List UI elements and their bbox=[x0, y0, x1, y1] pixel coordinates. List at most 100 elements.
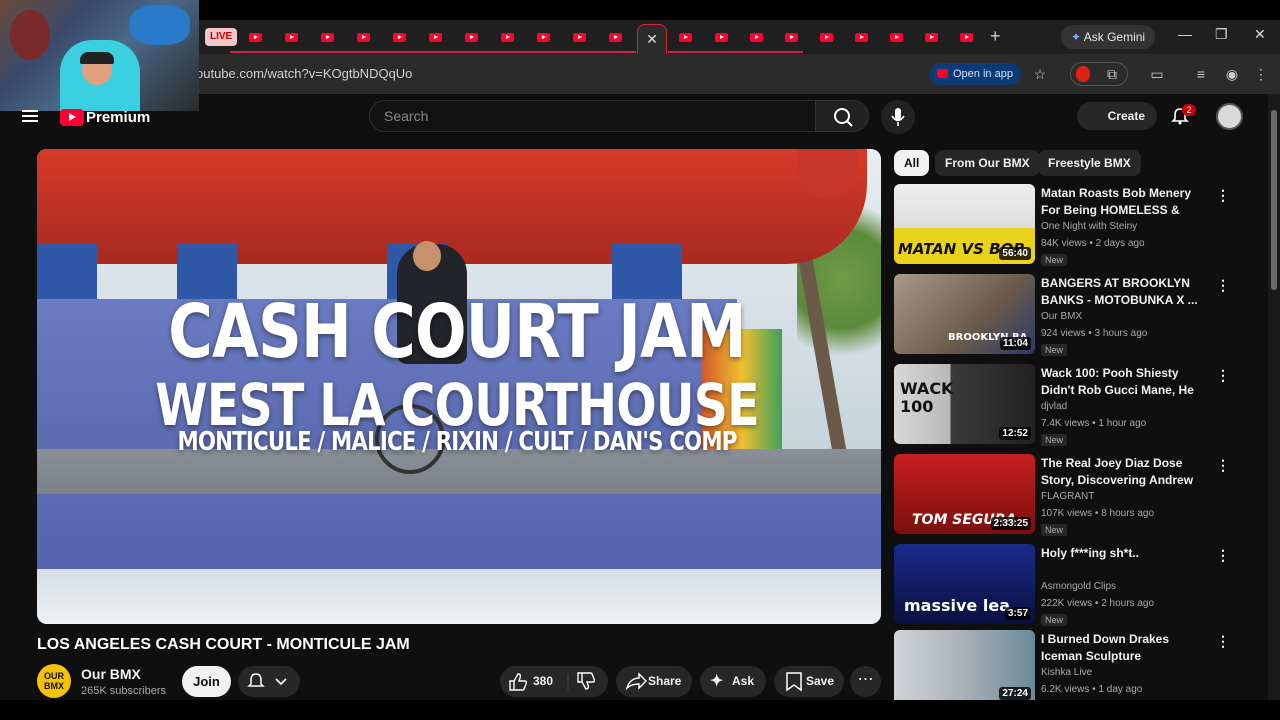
hamburger-menu-icon[interactable] bbox=[22, 110, 38, 122]
more-options-icon[interactable]: ⋮ bbox=[1216, 367, 1230, 384]
recommendation-channel[interactable]: Asmongold Clips bbox=[1041, 581, 1116, 592]
video-title: LOS ANGELES CASH COURT - MONTICULE JAM bbox=[37, 636, 410, 653]
bottom-black-bar bbox=[0, 700, 1280, 720]
recommendation-channel[interactable]: One Night with Steiny bbox=[1041, 221, 1137, 232]
browser-tab[interactable] bbox=[605, 27, 625, 47]
save-button[interactable]: Save bbox=[774, 666, 844, 697]
recommendation-title[interactable]: I Burned Down Drakes Iceman Sculpture bbox=[1041, 631, 1209, 665]
more-options-icon[interactable]: ⋮ bbox=[1216, 277, 1230, 294]
youtube-favicon-icon bbox=[464, 32, 478, 42]
subscription-bell-button[interactable] bbox=[238, 666, 300, 697]
video-thumbnail[interactable]: massive lea 3:57 bbox=[894, 544, 1035, 624]
thumbs-icons bbox=[509, 672, 596, 691]
more-options-icon[interactable]: ⋮ bbox=[1216, 187, 1230, 204]
browser-tab[interactable] bbox=[675, 27, 695, 47]
profile-icon[interactable]: ◉ bbox=[1223, 65, 1241, 83]
search-input[interactable]: Search bbox=[369, 100, 816, 132]
more-actions-button[interactable]: ⋯ bbox=[850, 666, 881, 697]
recommendation-item[interactable]: BROOKLYN BA 11:04 BANGERS AT BROOKLYN BA… bbox=[894, 274, 1244, 356]
browser-menu-icon[interactable]: ⋮ bbox=[1252, 65, 1270, 83]
youtube-favicon-icon bbox=[248, 32, 262, 42]
more-options-icon[interactable]: ⋮ bbox=[1216, 547, 1230, 564]
bell-chevron-icon bbox=[247, 673, 287, 687]
ask-gemini-button[interactable]: ✦ Ask Gemini bbox=[1061, 25, 1156, 49]
browser-tab[interactable] bbox=[781, 27, 801, 47]
tab-group-line bbox=[230, 51, 636, 53]
page-scrollbar-thumb[interactable] bbox=[1271, 110, 1277, 290]
browser-tab[interactable] bbox=[461, 27, 481, 47]
browser-tab[interactable] bbox=[886, 27, 906, 47]
recommendation-item[interactable]: WACK 100 12:52 Wack 100: Pooh Shiesty Di… bbox=[894, 364, 1244, 446]
recommendation-channel[interactable]: djvlad bbox=[1041, 401, 1067, 412]
share-button[interactable]: Share bbox=[616, 666, 692, 697]
recommendation-item[interactable]: TOM SEGURA 2:33:25 The Real Joey Diaz Do… bbox=[894, 454, 1244, 536]
recommendation-title[interactable]: BANGERS AT BROOKLYN BANKS - MOTOBUNKA X … bbox=[1041, 275, 1209, 309]
video-thumbnail[interactable]: TOM SEGURA 2:33:25 bbox=[894, 454, 1035, 534]
browser-tab[interactable] bbox=[956, 27, 976, 47]
active-tab-close-button[interactable]: ✕ bbox=[637, 24, 667, 54]
search-button[interactable] bbox=[815, 100, 869, 132]
more-options-icon[interactable]: ⋮ bbox=[1216, 457, 1230, 474]
channel-avatar[interactable]: OUR BMX bbox=[37, 664, 71, 698]
recommendation-title[interactable]: Wack 100: Pooh Shiesty Didn't Rob Gucci … bbox=[1041, 365, 1209, 399]
video-player[interactable]: CASH COURT JAM WEST LA COURTHOUSE MONTIC… bbox=[37, 149, 881, 624]
recommendation-channel[interactable]: FLAGRANT bbox=[1041, 491, 1094, 502]
browser-tab[interactable] bbox=[816, 27, 836, 47]
youtube-favicon-icon bbox=[500, 32, 514, 42]
new-tab-button[interactable]: + bbox=[990, 26, 1001, 47]
youtube-logo-icon[interactable] bbox=[60, 109, 84, 126]
voice-search-button[interactable] bbox=[881, 100, 915, 134]
recommendation-title[interactable]: The Real Joey Diaz Dose Story, Discoveri… bbox=[1041, 455, 1209, 489]
browser-tab[interactable] bbox=[425, 27, 445, 47]
browser-tab[interactable] bbox=[711, 27, 731, 47]
browser-tab[interactable] bbox=[389, 27, 409, 47]
channel-name[interactable]: Our BMX bbox=[81, 666, 141, 682]
video-thumbnail[interactable]: MATAN VS BOB 56:40 bbox=[894, 184, 1035, 264]
minimize-icon[interactable]: — bbox=[1178, 26, 1192, 42]
chip-from-our-bmx[interactable]: From Our BMX bbox=[935, 150, 1040, 176]
cast-icon[interactable]: ▭ bbox=[1148, 65, 1166, 83]
browser-tab[interactable] bbox=[921, 27, 941, 47]
ask-button[interactable]: ✦ Ask bbox=[700, 666, 766, 697]
youtube-favicon-icon bbox=[536, 32, 550, 42]
browser-tab[interactable] bbox=[533, 27, 553, 47]
browser-tab[interactable] bbox=[851, 27, 871, 47]
recommendation-channel[interactable]: Our BMX bbox=[1041, 311, 1082, 322]
account-avatar[interactable] bbox=[1216, 103, 1243, 130]
video-thumbnail[interactable]: WACK 100 12:52 bbox=[894, 364, 1035, 444]
recommendation-channel[interactable]: Kishka Live bbox=[1041, 667, 1092, 678]
browser-tab[interactable] bbox=[746, 27, 766, 47]
create-button[interactable]: Create bbox=[1077, 102, 1157, 130]
recommendation-title[interactable]: Holy f***ing sh*t.. bbox=[1041, 545, 1209, 562]
recommendation-item[interactable]: 27:24 I Burned Down Drakes Iceman Sculpt… bbox=[894, 630, 1244, 700]
live-badge[interactable]: LIVE bbox=[205, 28, 238, 46]
recording-extension-icon[interactable] bbox=[1076, 66, 1090, 82]
sparkle-icon: ✦ bbox=[710, 673, 724, 690]
bookmark-star-icon[interactable]: ☆ bbox=[1031, 65, 1049, 83]
browser-tab[interactable] bbox=[281, 27, 301, 47]
youtube-favicon-icon bbox=[356, 32, 370, 42]
video-thumbnail[interactable]: 27:24 bbox=[894, 630, 1035, 700]
browser-tab[interactable] bbox=[353, 27, 373, 47]
recommendation-title[interactable]: Matan Roasts Bob Menery For Being HOMELE… bbox=[1041, 185, 1209, 219]
browser-tab[interactable] bbox=[245, 27, 265, 47]
media-controls-icon[interactable]: ≡ bbox=[1192, 65, 1210, 83]
close-window-icon[interactable]: ✕ bbox=[1254, 26, 1266, 43]
more-options-icon[interactable]: ⋮ bbox=[1216, 633, 1230, 650]
browser-tab[interactable] bbox=[317, 27, 337, 47]
open-in-app-button[interactable]: Open in app bbox=[929, 63, 1021, 85]
restore-icon[interactable]: ❐ bbox=[1215, 26, 1228, 43]
video-thumbnail[interactable]: BROOKLYN BA 11:04 bbox=[894, 274, 1035, 354]
extensions-puzzle-icon[interactable]: ⧉ bbox=[1103, 65, 1121, 83]
recommendation-item[interactable]: massive lea 3:57 Holy f***ing sh*t.. Asm… bbox=[894, 544, 1244, 626]
chip-all[interactable]: All bbox=[894, 150, 930, 176]
brand-label[interactable]: Premium bbox=[86, 109, 150, 126]
chip-freestyle-bmx[interactable]: Freestyle BMX bbox=[1038, 150, 1141, 176]
like-count[interactable]: 380 bbox=[533, 666, 553, 697]
browser-tab[interactable] bbox=[497, 27, 517, 47]
browser-tab[interactable] bbox=[569, 27, 589, 47]
thumbnail-text: WACK 100 bbox=[900, 379, 954, 416]
recommendation-item[interactable]: MATAN VS BOB 56:40 Matan Roasts Bob Mene… bbox=[894, 184, 1244, 266]
join-button[interactable]: Join bbox=[182, 666, 231, 697]
url-field[interactable]: outube.com/watch?v=KOgtbNDQqUo bbox=[196, 66, 412, 81]
